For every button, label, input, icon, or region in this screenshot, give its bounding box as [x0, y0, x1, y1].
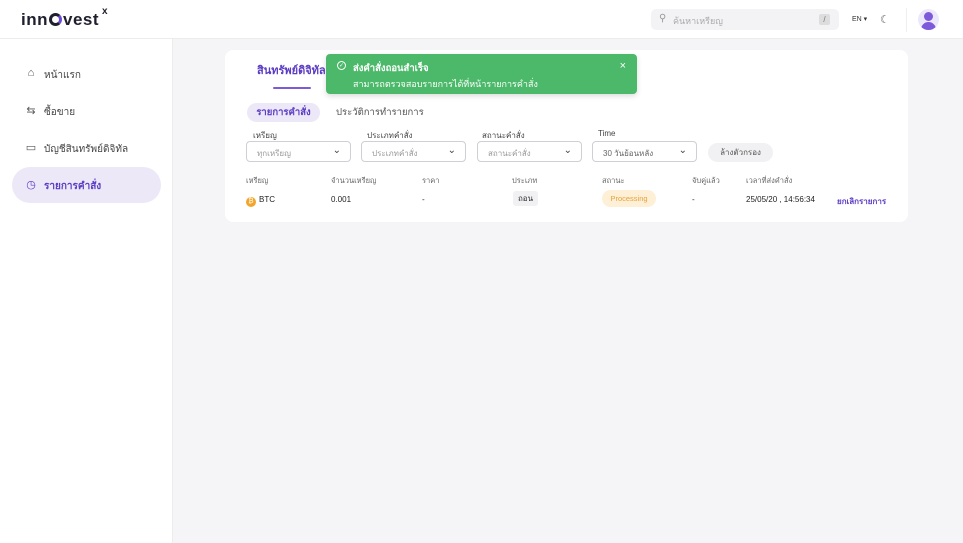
- column-header-time: เวลาที่ส่งคำสั่ง: [746, 176, 793, 185]
- order-type-badge: ถอน: [513, 191, 538, 206]
- language-label: EN: [852, 16, 862, 23]
- logo-o-mark: [49, 13, 62, 26]
- search-input[interactable]: ⚲ ค้นหาเหรียญ /: [651, 9, 839, 30]
- divider: [906, 8, 907, 32]
- sidebar: ⌂ หน้าแรก ⇆ ซื้อขาย ▭ บัญชีสินทรัพย์ดิจิ…: [0, 39, 173, 543]
- top-bar: inn vest x ⚲ ค้นหาเหรียญ / EN ▾ ☾: [0, 0, 963, 39]
- brand-text: vest: [63, 10, 100, 29]
- language-selector[interactable]: EN ▾: [852, 15, 867, 23]
- chevron-down-icon: ⌄: [563, 145, 572, 156]
- cell-time: 25/05/20 , 14:56:34: [746, 195, 815, 204]
- subtab-open-orders[interactable]: รายการคำสั่ง: [247, 103, 320, 122]
- sidebar-item-home[interactable]: ⌂ หน้าแรก: [12, 56, 161, 92]
- sidebar-item-label: หน้าแรก: [44, 70, 81, 81]
- success-toast: ✓ ส่งคำสั่งถอนสำเร็จ สามารถตรวจสอบรายการ…: [326, 54, 637, 94]
- clear-filter-button[interactable]: ล้างตัวกรอง: [708, 143, 773, 162]
- brand-text: inn: [21, 10, 48, 29]
- clock-icon: ◷: [26, 179, 36, 191]
- column-header-coin: เหรียญ: [246, 176, 269, 185]
- sidebar-item-orders[interactable]: ◷ รายการคำสั่ง: [12, 167, 161, 203]
- coin-symbol: BTC: [259, 195, 275, 204]
- dark-mode-icon[interactable]: ☾: [880, 13, 890, 26]
- time-select[interactable]: 30 วันย้อนหลัง ⌄: [592, 141, 697, 162]
- swap-icon: ⇆: [26, 105, 36, 117]
- sidebar-item-label: รายการคำสั่ง: [44, 181, 102, 192]
- cancel-order-link[interactable]: ยกเลิกรายการ: [837, 195, 886, 208]
- wallet-icon: ▭: [25, 142, 37, 154]
- sidebar-item-label: ซื้อขาย: [44, 107, 76, 118]
- avatar-body: [921, 22, 936, 30]
- search-shortcut-key: /: [819, 14, 830, 25]
- tab-underline: [273, 87, 311, 89]
- brand-superscript: x: [101, 6, 109, 17]
- chevron-down-icon: ⌄: [678, 145, 687, 156]
- coin-select-value: ทุกเหรียญ: [257, 149, 291, 158]
- order-type-select-value: ประเภทคำสั่ง: [372, 149, 418, 158]
- close-icon[interactable]: ×: [620, 60, 626, 72]
- cell-price: -: [422, 195, 425, 204]
- column-header-amount: จำนวนเหรียญ: [331, 176, 377, 185]
- avatar-head: [924, 12, 933, 21]
- tab-digital-assets[interactable]: สินทรัพย์ดิจิทัล: [257, 61, 326, 79]
- cell-matched: -: [692, 195, 695, 204]
- cell-amount: 0.001: [331, 195, 352, 204]
- toast-title: ส่งคำสั่งถอนสำเร็จ: [353, 63, 429, 74]
- order-type-select[interactable]: ประเภทคำสั่ง ⌄: [361, 141, 466, 162]
- order-status-select[interactable]: สถานะคำสั่ง ⌄: [477, 141, 582, 162]
- filter-label-time: Time: [598, 129, 616, 138]
- column-header-status: สถานะ: [602, 176, 625, 185]
- order-status-select-value: สถานะคำสั่ง: [488, 149, 531, 158]
- sidebar-item-trade[interactable]: ⇆ ซื้อขาย: [12, 93, 161, 129]
- column-header-type: ประเภท: [512, 176, 538, 185]
- search-placeholder: ค้นหาเหรียญ: [673, 16, 723, 26]
- coin-select[interactable]: ทุกเหรียญ ⌄: [246, 141, 351, 162]
- check-circle-icon: ✓: [337, 61, 346, 70]
- search-icon: ⚲: [659, 13, 667, 24]
- sidebar-item-wallet[interactable]: ▭ บัญชีสินทรัพย์ดิจิทัล: [12, 130, 161, 166]
- status-badge: Processing: [602, 190, 656, 207]
- cell-coin: ₿ BTC: [246, 195, 275, 207]
- column-header-matched: จับคู่แล้ว: [692, 176, 720, 185]
- time-select-value: 30 วันย้อนหลัง: [603, 149, 654, 158]
- avatar[interactable]: [918, 9, 939, 30]
- toast-message: สามารถตรวจสอบรายการได้ที่หน้ารายการคำสั่…: [353, 79, 538, 89]
- column-header-price: ราคา: [422, 176, 440, 185]
- home-icon: ⌂: [27, 67, 35, 79]
- chevron-down-icon: ⌄: [447, 145, 456, 156]
- chevron-down-icon: ⌄: [332, 145, 341, 156]
- sidebar-item-label: บัญชีสินทรัพย์ดิจิทัล: [44, 144, 129, 155]
- brand-logo[interactable]: inn vest x: [21, 6, 108, 30]
- subtab-history[interactable]: ประวัติการทำรายการ: [336, 103, 424, 122]
- bitcoin-icon: ₿: [246, 197, 256, 207]
